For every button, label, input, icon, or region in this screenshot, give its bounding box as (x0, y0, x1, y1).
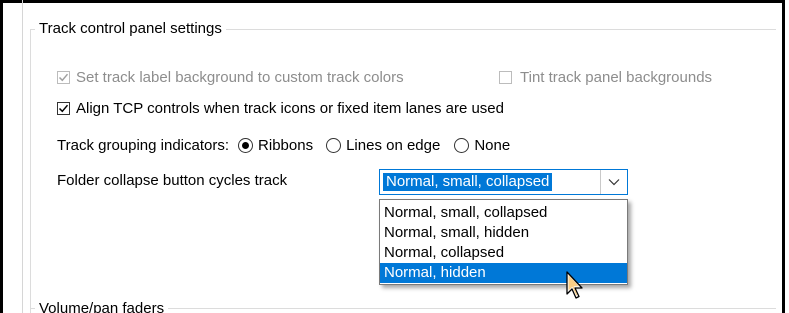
set-label-bg-checkbox[interactable] (57, 71, 70, 84)
dropdown-option[interactable]: Normal, small, collapsed (380, 203, 627, 223)
checkmark-icon (58, 73, 69, 82)
dropdown-option-highlighted[interactable]: Normal, hidden (380, 263, 627, 283)
dropdown-button[interactable] (600, 170, 627, 194)
radio-button[interactable] (326, 138, 342, 153)
grouping-option-none-label: None (474, 137, 511, 154)
tint-panel-checkbox[interactable] (499, 71, 512, 84)
window-frame-top (0, 0, 785, 3)
radio-button-selected[interactable] (238, 138, 254, 153)
folder-collapse-row: Folder collapse button cycles track (57, 172, 287, 189)
set-label-bg-row: Set track label background to custom tra… (57, 69, 404, 86)
grouping-option-lines-on-edge[interactable]: Lines on edge (326, 137, 440, 154)
outer-groupbox-border (22, 0, 23, 313)
track-control-panel-title: Track control panel settings (35, 20, 226, 37)
groupbox-left-border (30, 29, 31, 313)
set-label-bg-label: Set track label background to custom tra… (76, 69, 404, 86)
dropdown-option[interactable]: Normal, small, hidden (380, 223, 627, 243)
grouping-row: Track grouping indicators: Ribbons Lines… (57, 137, 510, 154)
volume-pan-title: Volume/pan faders (35, 300, 169, 313)
tint-panel-label: Tint track panel backgrounds (520, 69, 713, 86)
grouping-label: Track grouping indicators: (57, 137, 230, 154)
chevron-down-icon (608, 179, 620, 186)
align-tcp-label: Align TCP controls when track icons or f… (76, 100, 504, 117)
align-tcp-checkbox[interactable] (57, 102, 70, 115)
folder-collapse-options-list: Normal, small, collapsed Normal, small, … (379, 199, 628, 285)
folder-collapse-dropdown[interactable]: Normal, small, collapsed (379, 169, 628, 195)
window-frame-right (782, 0, 785, 313)
grouping-option-ribbons-label: Ribbons (258, 137, 314, 154)
radio-button[interactable] (454, 138, 470, 153)
folder-collapse-label: Folder collapse button cycles track (57, 172, 288, 189)
dropdown-option[interactable]: Normal, collapsed (380, 243, 627, 263)
grouping-option-none[interactable]: None (454, 137, 510, 154)
mouse-cursor-icon (566, 271, 583, 299)
grouping-option-ribbons[interactable]: Ribbons (238, 137, 313, 154)
radio-dot (242, 142, 250, 149)
tint-panel-row: Tint track panel backgrounds (499, 69, 712, 86)
align-tcp-row: Align TCP controls when track icons or f… (57, 100, 504, 117)
checkmark-icon (58, 104, 69, 113)
folder-collapse-selected-value: Normal, small, collapsed (383, 173, 553, 191)
grouping-option-lines-on-edge-label: Lines on edge (346, 137, 441, 154)
window-frame-left (0, 0, 3, 313)
